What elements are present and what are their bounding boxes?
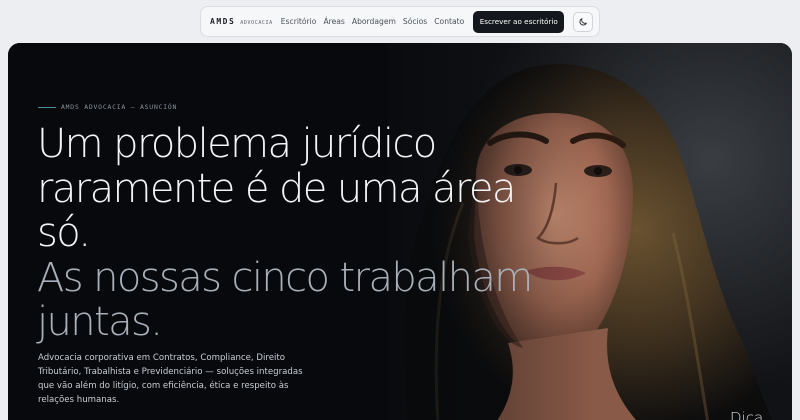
- hero-lead-text: Advocacia corporativa em Contratos, Comp…: [38, 353, 303, 405]
- brand-subtitle: ADVOCACIA: [240, 20, 273, 26]
- theme-toggle-button[interactable]: [573, 11, 593, 32]
- brand-logo[interactable]: AMDS ADVOCACIA: [210, 17, 273, 26]
- eyebrow-divider: [38, 106, 56, 108]
- nav-link-escritorio[interactable]: Escritório: [281, 17, 317, 26]
- contact-cta-button[interactable]: Escrever ao escritório: [473, 10, 565, 33]
- nav-link-contato[interactable]: Contato: [434, 17, 464, 26]
- moon-icon: [579, 17, 587, 25]
- corner-caption: Dica: [730, 409, 764, 420]
- hero-eyebrow: AMDS ADVOCACIA — ASUNCIÓN: [38, 103, 177, 111]
- nav-link-socios[interactable]: Sócios: [403, 17, 427, 26]
- top-nav: AMDS ADVOCACIA Escritório Áreas Abordage…: [200, 6, 600, 37]
- headline-secondary: As nossas cinco trabalham juntas.: [37, 254, 533, 345]
- hero-section: AMDS ADVOCACIA — ASUNCIÓN Um problema ju…: [8, 43, 792, 420]
- hero-headline: Um problema jurídico raramente é de uma …: [37, 122, 557, 345]
- nav-links: Escritório Áreas Abordagem Sócios Contat…: [281, 17, 472, 26]
- headline-primary: Um problema jurídico raramente é de uma …: [37, 121, 516, 256]
- nav-link-abordagem[interactable]: Abordagem: [352, 17, 396, 26]
- nav-link-areas[interactable]: Áreas: [323, 17, 344, 26]
- brand-name: AMDS: [210, 17, 236, 26]
- eyebrow-text: AMDS ADVOCACIA — ASUNCIÓN: [61, 103, 178, 111]
